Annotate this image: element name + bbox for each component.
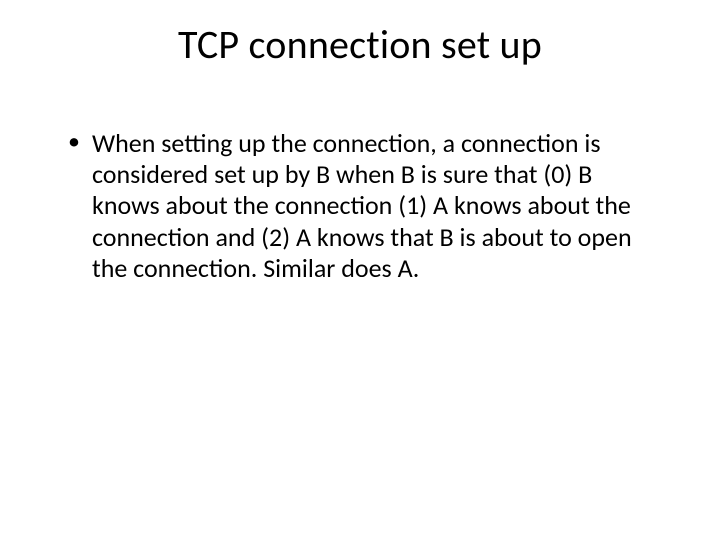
slide-body: When setting up the connection, a connec… (64, 128, 664, 284)
bullet-list: When setting up the connection, a connec… (64, 128, 664, 284)
bullet-text: When setting up the connection, a connec… (92, 127, 632, 284)
slide-title: TCP connection set up (0, 20, 720, 69)
slide: TCP connection set up When setting up th… (0, 0, 720, 540)
list-item: When setting up the connection, a connec… (64, 128, 664, 284)
